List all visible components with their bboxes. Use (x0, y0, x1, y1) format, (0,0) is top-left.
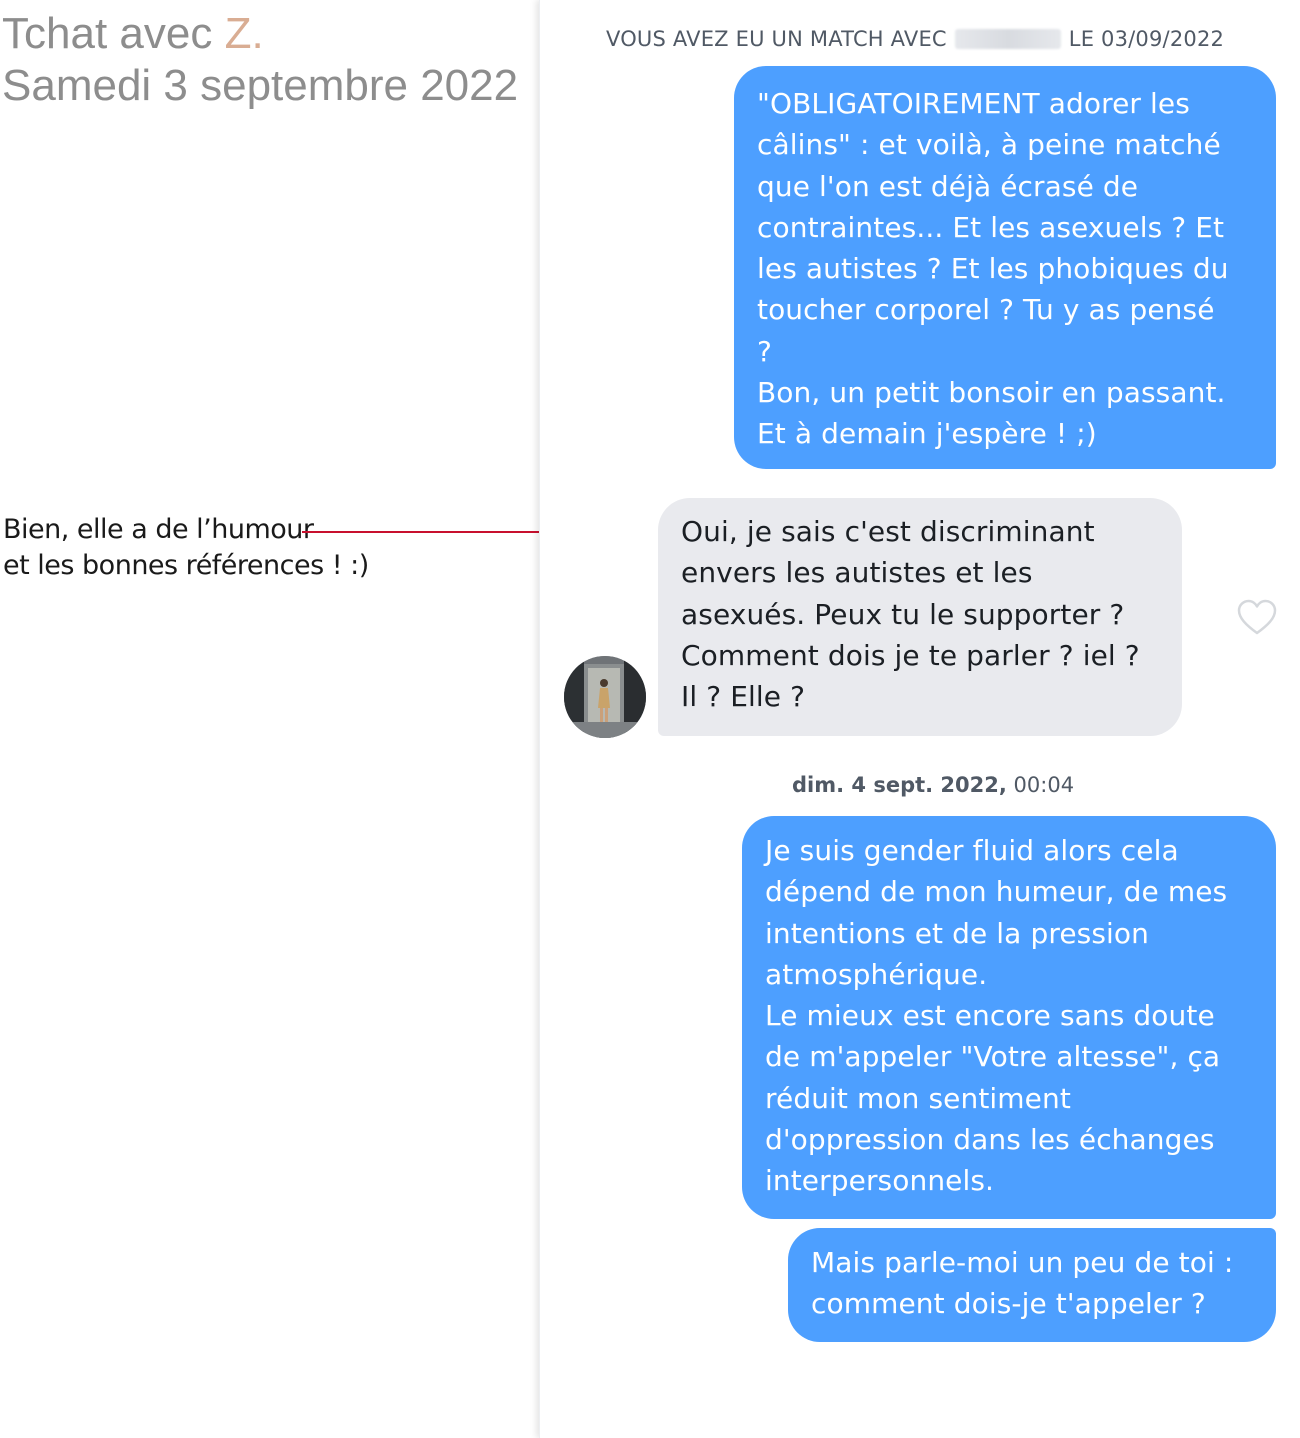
message-bubble-received[interactable]: Oui, je sais c'est discriminant envers l… (658, 498, 1182, 736)
title-date: Samedi 3 septembre 2022 (2, 61, 519, 110)
annotation-line-1: Bien, elle a de l’humour (3, 514, 314, 545)
date-separator-time: 00:04 (1006, 773, 1075, 797)
heart-outline-icon[interactable] (1236, 598, 1278, 636)
message-bubble-sent[interactable]: Mais parle-moi un peu de toi : comment d… (788, 1228, 1276, 1342)
title-prefix: Tchat avec (2, 9, 225, 58)
message-bubble-sent[interactable]: "OBLIGATOIREMENT adorer les câlins" : et… (734, 66, 1276, 469)
avatar[interactable] (564, 656, 646, 738)
date-separator: dim. 4 sept. 2022, 00:04 (792, 771, 1074, 799)
redacted-name (954, 29, 1061, 49)
title-initial: Z. (224, 9, 264, 58)
match-date: LE 03/09/2022 (1068, 27, 1225, 51)
comment-annotation: Bien, elle a de l’humour et les bonnes r… (3, 512, 369, 584)
page-title: Tchat avec Z. Samedi 3 septembre 2022 (2, 8, 518, 112)
match-banner: VOUS AVEZ EU UN MATCH AVEC LE 03/09/2022 (606, 25, 1224, 53)
avatar-photo-icon (564, 656, 646, 738)
annotation-line-2: et les bonnes références ! :) (3, 550, 369, 581)
message-bubble-sent[interactable]: Je suis gender fluid alors cela dépend d… (742, 816, 1276, 1219)
date-separator-day: dim. 4 sept. 2022, (792, 773, 1007, 797)
match-prefix: VOUS AVEZ EU UN MATCH AVEC (606, 27, 947, 51)
